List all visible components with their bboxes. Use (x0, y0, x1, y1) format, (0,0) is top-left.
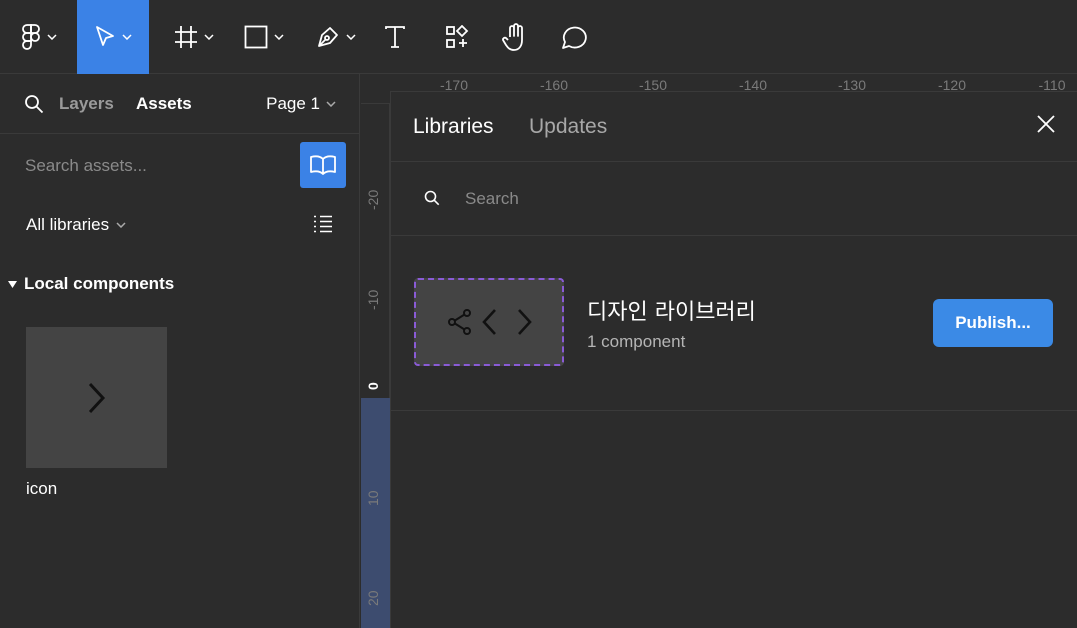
section-title: Local components (24, 274, 175, 293)
library-thumbnail (414, 278, 564, 366)
publish-button[interactable]: Publish... (933, 299, 1053, 347)
chevron-down-icon (116, 222, 126, 228)
page-selector[interactable]: Page 1 (266, 94, 336, 114)
local-components-header[interactable]: Local components (8, 274, 174, 294)
main-menu-button[interactable] (8, 0, 70, 74)
tab-updates[interactable]: Updates (529, 115, 607, 139)
chevron-right-icon (88, 382, 105, 413)
frame-hash-icon (175, 26, 197, 48)
shape-tool-button[interactable] (234, 0, 294, 74)
tab-libraries[interactable]: Libraries (413, 115, 494, 139)
ruler-vertical: -20 -10 0 10 20 (361, 104, 390, 628)
text-icon (385, 26, 405, 48)
library-component-count: 1 component (587, 332, 686, 351)
resources-button[interactable] (440, 0, 474, 74)
ruler-tick-label: -10 (365, 289, 381, 310)
panel-tabs: Layers Assets Page 1 (0, 74, 360, 134)
hand-icon (502, 23, 523, 51)
hand-tool-button[interactable] (498, 0, 532, 74)
assets-panel: Layers Assets Page 1 Search assets... Al… (0, 74, 360, 628)
chevron-down-icon (274, 34, 284, 40)
pen-icon (318, 27, 338, 47)
chevron-down-icon (122, 34, 132, 40)
component-thumbnail[interactable] (26, 327, 167, 468)
library-name: 디자인 라이브러리 (587, 300, 756, 325)
chevron-down-icon (47, 34, 57, 40)
comment-tool-button[interactable] (556, 0, 590, 74)
rectangle-icon (244, 25, 268, 49)
frame-tool-button[interactable] (164, 0, 224, 74)
move-tool-button[interactable] (77, 0, 149, 74)
asset-search-input[interactable]: Search assets... (25, 156, 147, 176)
component-label: icon (26, 479, 58, 498)
close-icon[interactable] (1037, 115, 1055, 133)
search-icon[interactable] (24, 94, 44, 114)
modal-header: Libraries Updates (391, 92, 1077, 162)
ruler-tick-label: 0 (365, 382, 381, 390)
resources-icon (446, 25, 469, 48)
chevron-down-icon (326, 101, 336, 107)
search-icon (424, 190, 440, 206)
library-filter-label: All libraries (26, 215, 110, 234)
library-row: 디자인 라이브러리 1 component Publish... (391, 236, 1077, 411)
comment-icon (562, 26, 587, 49)
tab-assets[interactable]: Assets (136, 94, 192, 114)
share-icon (448, 309, 471, 335)
ruler-tick-label: 10 (365, 490, 381, 506)
library-search-input[interactable] (465, 186, 865, 212)
cursor-icon (96, 26, 114, 46)
figma-logo-icon (22, 24, 40, 50)
libraries-modal: Libraries Updates 디자인 라이브러리 1 component … (390, 91, 1077, 628)
tab-layers[interactable]: Layers (59, 94, 114, 114)
triangle-down-icon (8, 280, 17, 288)
chevron-down-icon (346, 34, 356, 40)
team-library-button[interactable] (300, 142, 346, 188)
ruler-tick-label: -20 (365, 189, 381, 210)
list-view-icon[interactable] (313, 215, 333, 233)
code-brackets-icon (482, 309, 532, 335)
page-selector-label: Page 1 (266, 94, 320, 113)
toolbar (0, 0, 1077, 74)
chevron-down-icon (204, 34, 214, 40)
library-search-bar (391, 162, 1077, 236)
ruler-tick-label: 20 (365, 590, 381, 606)
library-filter-dropdown[interactable]: All libraries (26, 215, 126, 235)
pen-tool-button[interactable] (306, 0, 366, 74)
book-open-icon (310, 155, 336, 175)
text-tool-button[interactable] (378, 0, 412, 74)
